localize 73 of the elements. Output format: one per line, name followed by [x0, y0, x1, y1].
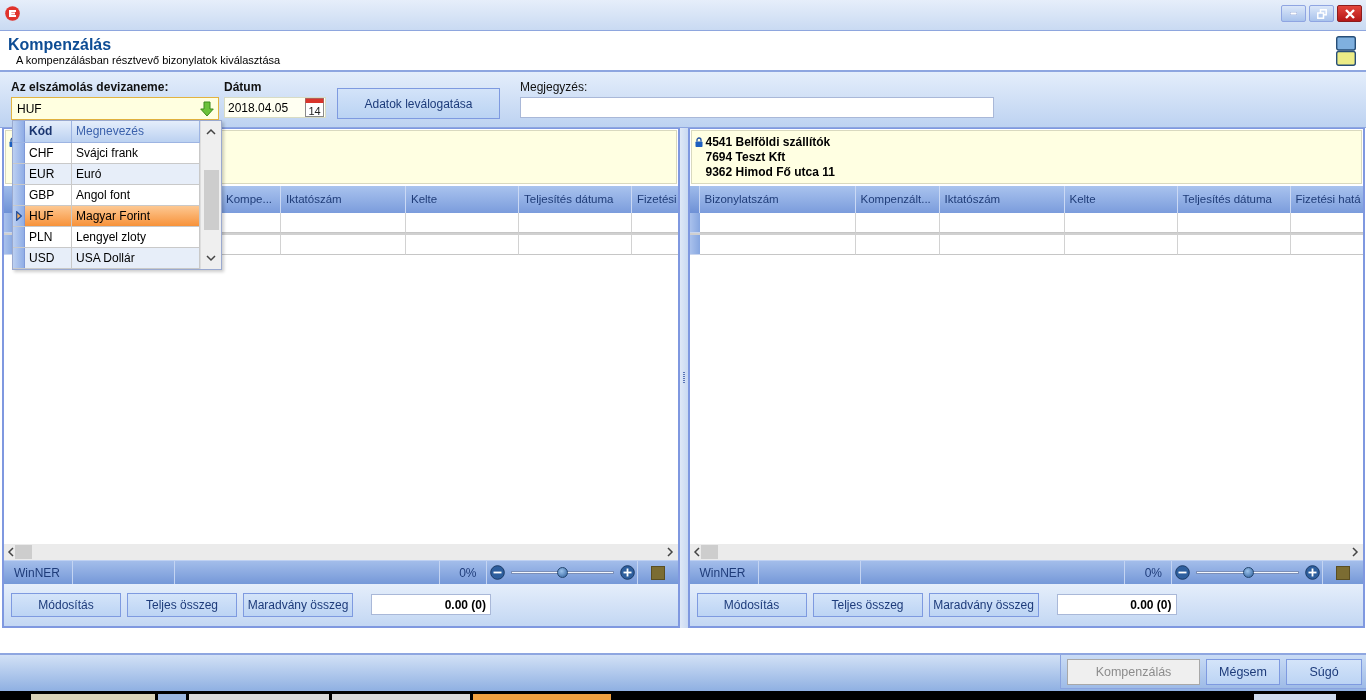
- chevron-left-icon[interactable]: [692, 547, 701, 557]
- status-app-name: WinNER: [14, 565, 60, 580]
- zoom-out-icon[interactable]: [1175, 565, 1190, 580]
- panel-button[interactable]: Teljes összeg: [812, 593, 923, 617]
- app-logo-icon: [5, 6, 20, 21]
- taskbar-button[interactable]: [1254, 694, 1336, 700]
- currency-row[interactable]: USD USA Dollár: [13, 248, 200, 269]
- date-field[interactable]: 2018.04.05 14: [224, 97, 326, 118]
- total-field: 0.00 (0): [371, 594, 491, 615]
- scrollbar-thumb[interactable]: [700, 545, 718, 559]
- currency-code: EUR: [25, 164, 72, 184]
- close-icon: [1344, 8, 1355, 19]
- row-indicator[interactable]: [13, 206, 25, 226]
- partner-info-line: 7694 Teszt Kft: [705, 150, 787, 165]
- currency-code: USD: [25, 248, 72, 268]
- panel-button[interactable]: Módosítás: [696, 593, 807, 617]
- scrollbar-thumb[interactable]: [203, 170, 219, 230]
- slider-thumb[interactable]: [1242, 567, 1254, 578]
- page-title: Kompenzálás: [8, 35, 113, 54]
- square-icon[interactable]: [650, 565, 665, 580]
- footer-button[interactable]: Súgó: [1286, 659, 1362, 685]
- horizontal-scrollbar[interactable]: [689, 544, 1363, 560]
- panel-button[interactable]: Módosítás: [11, 593, 121, 617]
- zoom-percent: 0%: [1144, 565, 1162, 580]
- currency-row[interactable]: PLN Lengyel zloty: [13, 227, 200, 248]
- panel-button[interactable]: Teljes összeg: [127, 593, 237, 617]
- taskbar-button[interactable]: [158, 694, 186, 700]
- field-label: Az elszámolás devizaneme:: [11, 80, 170, 94]
- field-label: Megjegyzés:: [520, 80, 589, 94]
- calendar-icon[interactable]: 14: [305, 98, 324, 117]
- status-app-name: WinNER: [699, 565, 746, 580]
- zoom-out-icon[interactable]: [489, 565, 505, 580]
- zoom-in-icon[interactable]: [1305, 565, 1320, 580]
- horizontal-scrollbar[interactable]: [4, 544, 678, 560]
- currency-code: HUF: [25, 206, 72, 226]
- arrow-down-icon[interactable]: [200, 100, 214, 117]
- chevron-left-icon[interactable]: [7, 547, 15, 557]
- currency-code: PLN: [25, 227, 72, 247]
- lock-icon: [694, 137, 703, 147]
- zoom-in-icon[interactable]: [619, 565, 635, 580]
- chevron-right-icon[interactable]: [1351, 547, 1359, 557]
- minimize-icon: [1290, 12, 1297, 15]
- partner-info-line: 9362 Himod Fő utca 11: [705, 165, 835, 180]
- zoom-percent: 0%: [459, 565, 477, 580]
- close-button[interactable]: [1337, 5, 1362, 22]
- total-field: 0.00 (0): [1056, 594, 1177, 615]
- taskbar-button[interactable]: [332, 694, 470, 700]
- footer-button[interactable]: Mégsem: [1206, 659, 1280, 685]
- currency-combo[interactable]: HUF: [11, 97, 219, 120]
- currency-row[interactable]: HUF Magyar Forint: [13, 206, 200, 227]
- restore-icon: [1316, 8, 1327, 19]
- grip-icon: [682, 372, 685, 384]
- scrollbar-thumb[interactable]: [15, 545, 32, 559]
- currency-row[interactable]: GBP Angol font: [13, 185, 200, 206]
- taskbar-button[interactable]: [31, 694, 155, 700]
- filter-button[interactable]: Adatok leválogatása: [337, 88, 500, 119]
- chevron-right-icon[interactable]: [665, 547, 674, 557]
- chevron-down-icon[interactable]: [206, 254, 216, 262]
- note-input[interactable]: [520, 97, 994, 118]
- minimize-button[interactable]: [1281, 5, 1306, 22]
- currency-code: GBP: [25, 185, 72, 205]
- layout-icon[interactable]: [1336, 36, 1356, 66]
- square-icon[interactable]: [1336, 565, 1350, 580]
- field-label: Dátum: [224, 80, 263, 94]
- taskbar-button[interactable]: [473, 694, 611, 700]
- page-subtitle: A kompenzálásban résztvevő bizonylatok kiválasztása: [15, 54, 281, 67]
- slider-thumb[interactable]: [557, 567, 568, 578]
- partner-info-line: 4541 Belföldi szállítók: [705, 135, 832, 150]
- taskbar-button[interactable]: [189, 694, 329, 700]
- currency-code: CHF: [25, 143, 72, 163]
- panel-button[interactable]: Maradvány összeg: [243, 593, 353, 617]
- panel-button[interactable]: Maradvány összeg: [928, 593, 1039, 617]
- row-indicator-header: [689, 186, 700, 213]
